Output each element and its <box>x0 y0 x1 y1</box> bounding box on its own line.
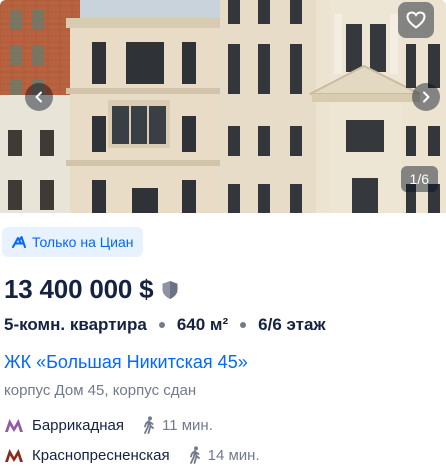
separator-dot <box>158 322 165 328</box>
residential-complex-link[interactable]: ЖК «Большая Никитская 45» <box>4 352 248 373</box>
metro-station-name: Краснопресненская <box>32 446 170 464</box>
heart-outline-icon <box>406 11 426 29</box>
rooms-label: 5-комн. квартира <box>4 315 147 334</box>
building-info: корпус Дом 45, корпус сдан <box>4 382 197 399</box>
favorite-button[interactable] <box>398 2 434 38</box>
shield-icon[interactable] <box>161 280 179 300</box>
apartment-params: 5-комн. квартира 640 м² 6/6 этаж <box>4 315 326 335</box>
separator-dot <box>240 322 247 328</box>
price-row: 13 400 000 $ <box>4 274 179 305</box>
gallery-prev-button[interactable] <box>25 83 53 111</box>
listing-card[interactable]: 1/6 Только на Циан 13 400 000 $ 5-комн. … <box>0 0 446 476</box>
area-label: 640 м² <box>176 315 229 334</box>
building-photo <box>0 0 446 213</box>
badge-label: Только на Циан <box>32 234 134 250</box>
floor-label: 6/6 этаж <box>258 315 326 334</box>
walking-icon <box>144 416 154 434</box>
metro-station[interactable]: Баррикадная 11 мин. <box>4 416 213 434</box>
walking-icon <box>189 446 200 464</box>
walk-time: 14 мин. <box>207 446 260 464</box>
gallery-next-button[interactable] <box>412 83 440 111</box>
chevron-right-icon <box>423 91 430 103</box>
walk-time: 11 мин. <box>162 416 213 434</box>
exclusive-badge: Только на Циан <box>2 227 144 257</box>
price: 13 400 000 $ <box>4 274 154 304</box>
metro-station-name: Баррикадная <box>32 416 124 434</box>
cian-logo-icon <box>12 236 26 248</box>
photo-counter: 1/6 <box>400 166 438 192</box>
metro-icon <box>5 419 23 432</box>
photo-gallery[interactable]: 1/6 <box>0 0 446 213</box>
chevron-left-icon <box>35 91 42 103</box>
metro-icon <box>5 449 23 462</box>
metro-station[interactable]: Краснопресненская 14 мин. <box>4 446 260 464</box>
